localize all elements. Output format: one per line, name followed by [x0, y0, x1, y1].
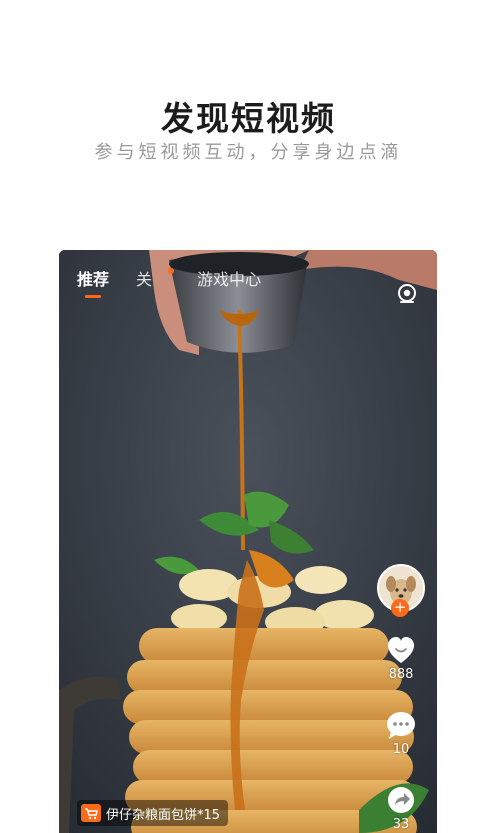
- share-button[interactable]: 33: [381, 785, 421, 832]
- product-tag[interactable]: 伊仔杂粮面包饼*15: [77, 800, 229, 826]
- product-name: 伊仔杂粮面包饼*15: [106, 807, 221, 823]
- like-button[interactable]: 888: [381, 635, 421, 682]
- cart-icon: [81, 804, 101, 822]
- page-title: 发现短视频: [161, 99, 336, 138]
- active-tab-indicator: [85, 295, 101, 298]
- like-count: 888: [388, 667, 414, 682]
- tab-follow[interactable]: 关: [136, 266, 152, 290]
- tab-recommended[interactable]: 推荐: [77, 266, 109, 290]
- notification-dot: [168, 268, 174, 274]
- share-icon: [388, 787, 414, 813]
- follow-plus-icon[interactable]: +: [391, 599, 409, 617]
- comment-button[interactable]: 10: [381, 710, 421, 757]
- tab-game-center[interactable]: 游戏中心: [197, 266, 261, 290]
- share-count: 33: [392, 817, 410, 832]
- comment-count: 10: [392, 742, 410, 757]
- page-subtitle: 参与短视频互动，分享身边点滴: [94, 142, 403, 163]
- like-heart-icon: [387, 637, 415, 663]
- comment-icon: [387, 712, 415, 739]
- video-top-nav: 推荐 关 游戏中心: [59, 266, 437, 303]
- video-preview-frame: 推荐 关 游戏中心 + 888 10 33 伊仔杂粮面包饼*15: [59, 250, 437, 833]
- camera-icon[interactable]: [395, 282, 419, 306]
